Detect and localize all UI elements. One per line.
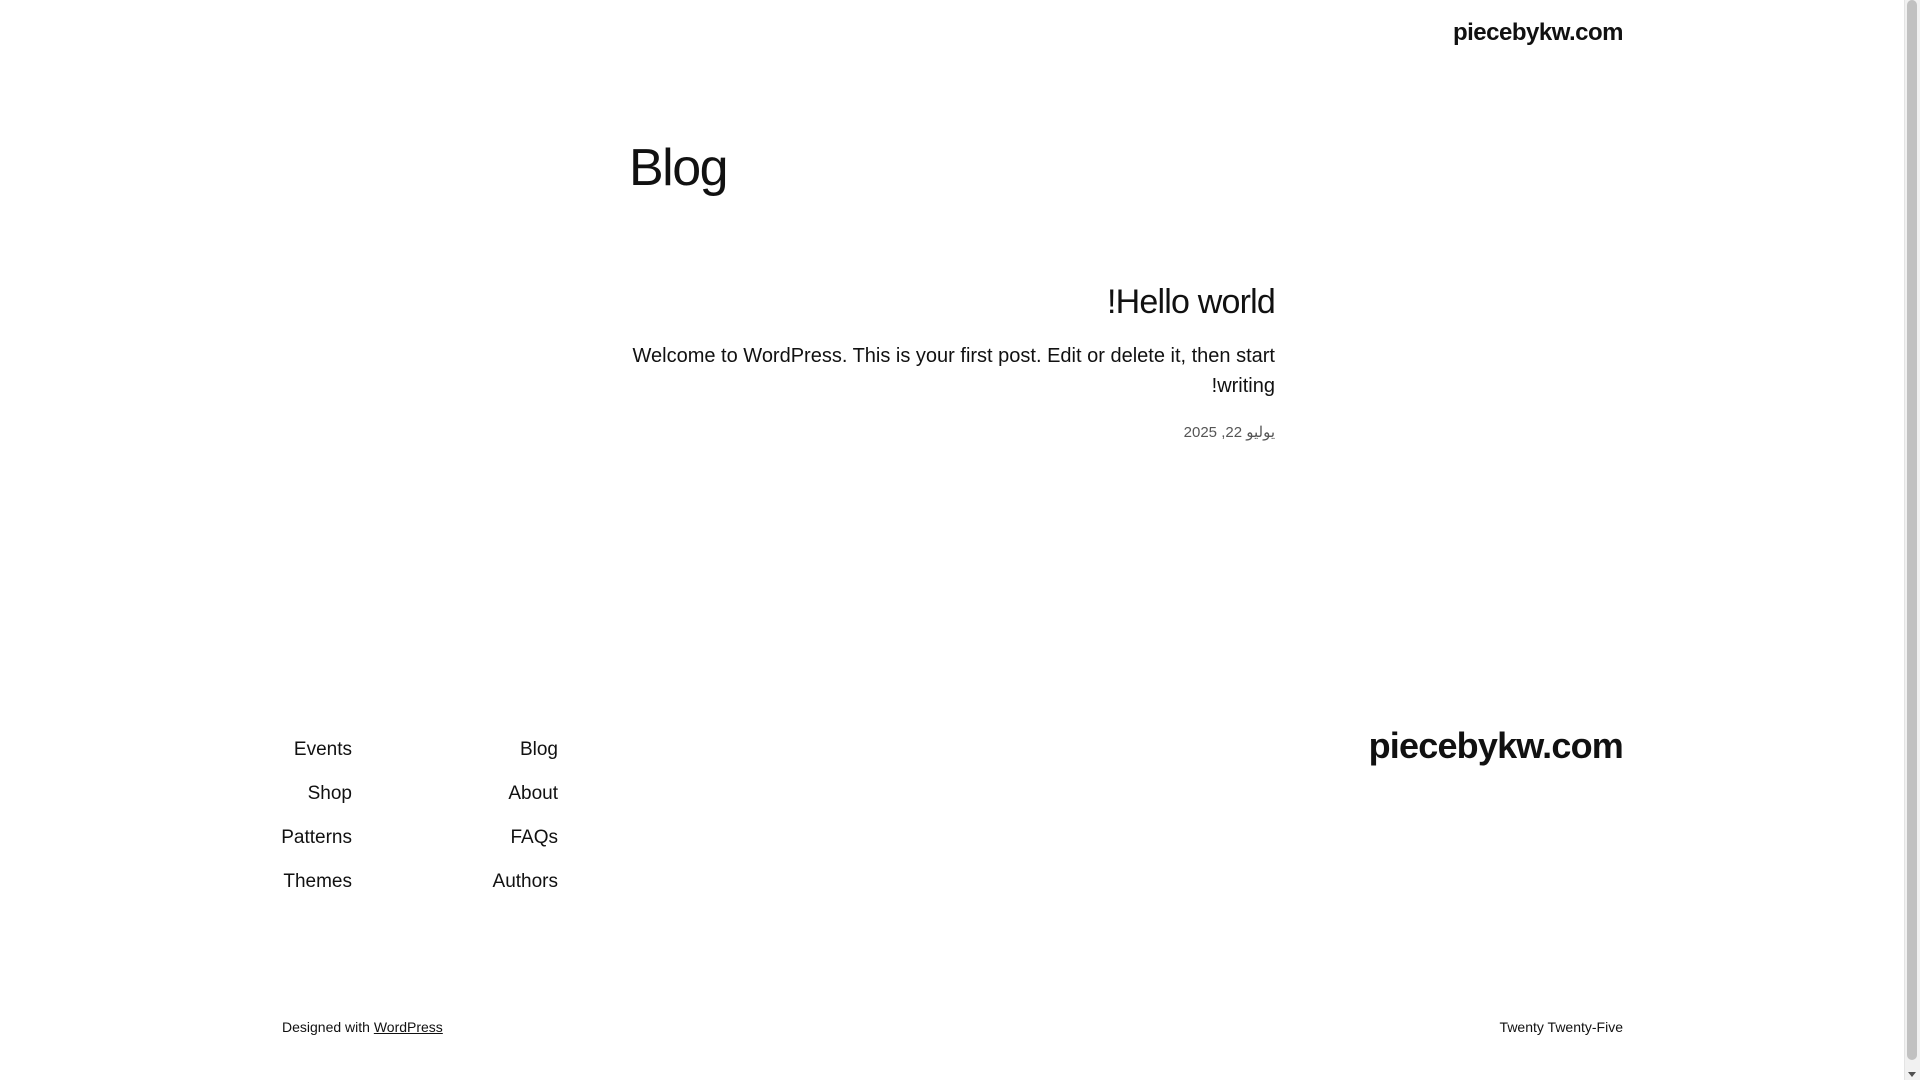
page: piecebykw.com Blog Hello world! Welcome … [0,0,1920,1080]
footer-link-patterns[interactable]: Patterns [281,816,352,860]
post-title-link[interactable]: Hello world! [629,276,1276,328]
footer-nav-column-2: Blog About FAQs Authors [352,728,558,904]
post-item: Hello world! Welcome to WordPress. This … [629,276,1276,441]
vertical-scrollbar[interactable] [1904,0,1920,1080]
site-title-link[interactable]: piecebykw.com [1453,19,1624,47]
footer-link-blog[interactable]: Blog [520,728,558,772]
footer-nav-column-1: Events Shop Patterns Themes [281,728,352,904]
post-date: يوليو 22, 2025 [1183,424,1275,441]
footer-link-authors[interactable]: Authors [493,860,558,904]
footer-link-faqs[interactable]: FAQs [510,816,558,860]
footer-navigation: Events Shop Patterns Themes Blog About F… [281,728,558,904]
post-excerpt: Welcome to WordPress. This is your first… [632,345,1275,397]
wordpress-link[interactable]: WordPress [374,1019,443,1035]
footer-link-themes[interactable]: Themes [283,860,352,904]
scroll-down-arrow-icon[interactable] [1908,1072,1916,1077]
footer-link-about[interactable]: About [508,772,558,816]
footer-link-events[interactable]: Events [294,728,352,772]
footer-site-title-link[interactable]: piecebykw.com [1369,725,1624,767]
credit-prefix: Designed with [282,1019,370,1035]
scrollbar-thumb[interactable] [1907,0,1917,1060]
theme-name: Twenty Twenty-Five [1499,1019,1623,1035]
footer-link-shop[interactable]: Shop [308,772,352,816]
page-title: Blog [629,139,729,197]
footer-credit: Designed with WordPress [282,1019,443,1035]
